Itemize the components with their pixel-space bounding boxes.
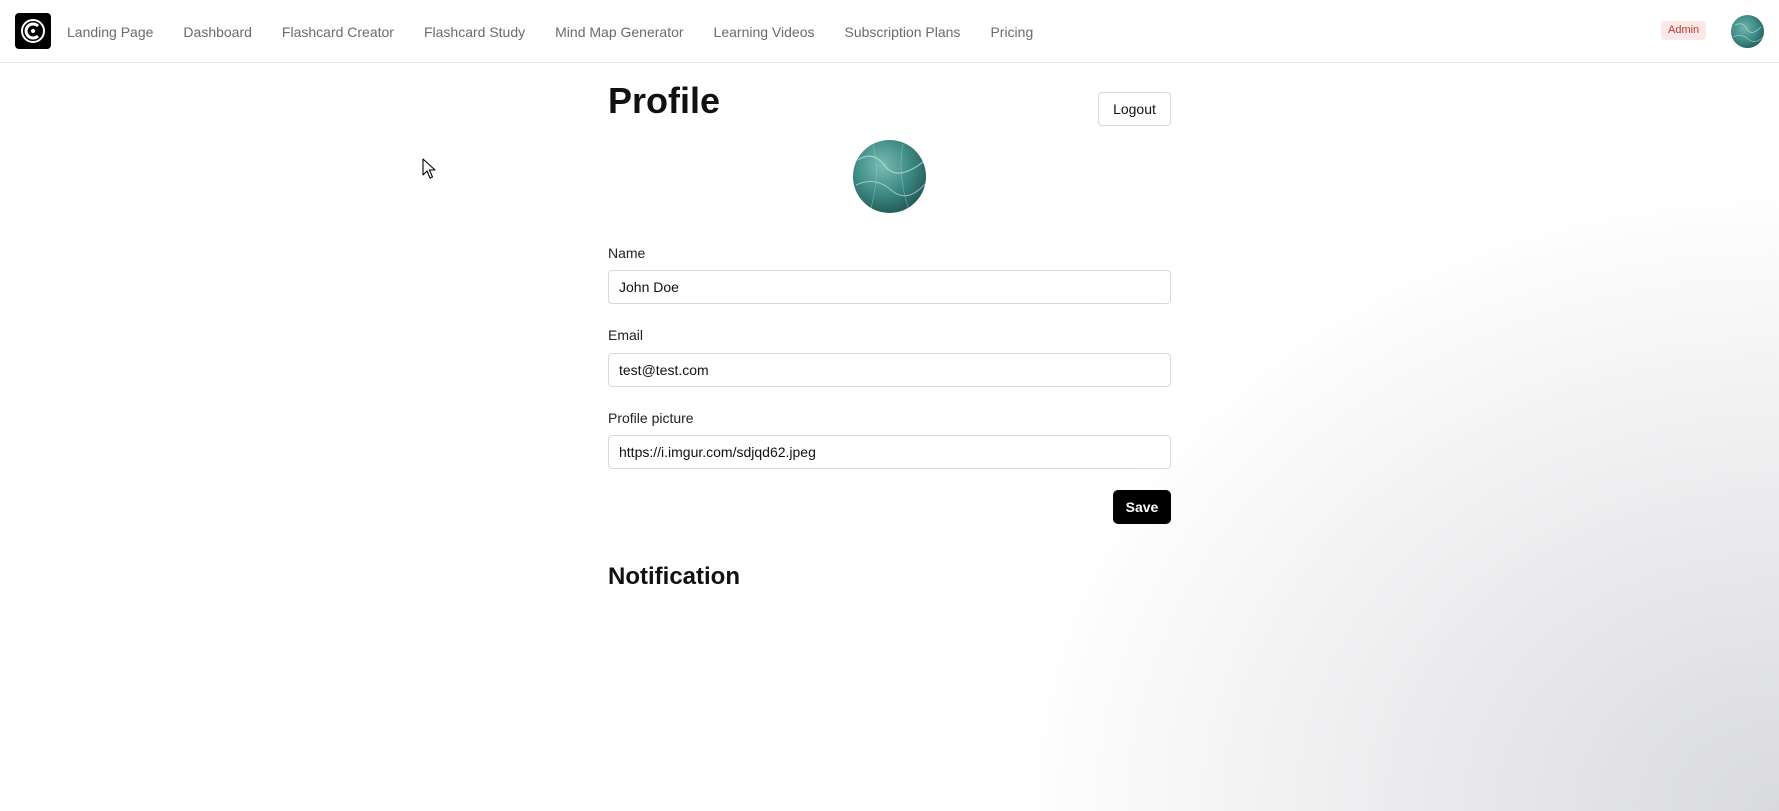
admin-badge[interactable]: Admin <box>1661 21 1707 40</box>
name-label: Name <box>608 245 646 261</box>
profile-picture-label: Profile picture <box>608 410 694 426</box>
name-field[interactable] <box>608 270 1171 304</box>
email-field[interactable] <box>608 353 1171 387</box>
nav-subscription-plans[interactable]: Subscription Plans <box>844 24 960 40</box>
nav-mind-map-generator[interactable]: Mind Map Generator <box>555 24 683 40</box>
profile-picture-field[interactable] <box>608 435 1171 469</box>
save-button[interactable]: Save <box>1113 490 1171 524</box>
mouse-cursor-icon <box>422 158 436 179</box>
nav-dashboard[interactable]: Dashboard <box>183 24 252 40</box>
email-label: Email <box>608 327 644 343</box>
nav-pricing[interactable]: Pricing <box>990 24 1033 40</box>
user-avatar[interactable] <box>1731 15 1764 48</box>
notification-heading: Notification <box>608 563 740 590</box>
logout-button[interactable]: Logout <box>1098 92 1171 126</box>
nav-flashcard-creator[interactable]: Flashcard Creator <box>282 24 394 40</box>
top-navbar: Landing Page Dashboard Flashcard Creator… <box>0 0 1779 63</box>
brand-logo-icon[interactable] <box>15 13 51 49</box>
nav-flashcard-study[interactable]: Flashcard Study <box>424 24 525 40</box>
page-title: Profile <box>608 80 721 121</box>
main-nav: Landing Page Dashboard Flashcard Creator… <box>67 0 1063 63</box>
profile-avatar <box>853 140 926 213</box>
nav-landing-page[interactable]: Landing Page <box>67 24 153 40</box>
nav-learning-videos[interactable]: Learning Videos <box>714 24 815 40</box>
